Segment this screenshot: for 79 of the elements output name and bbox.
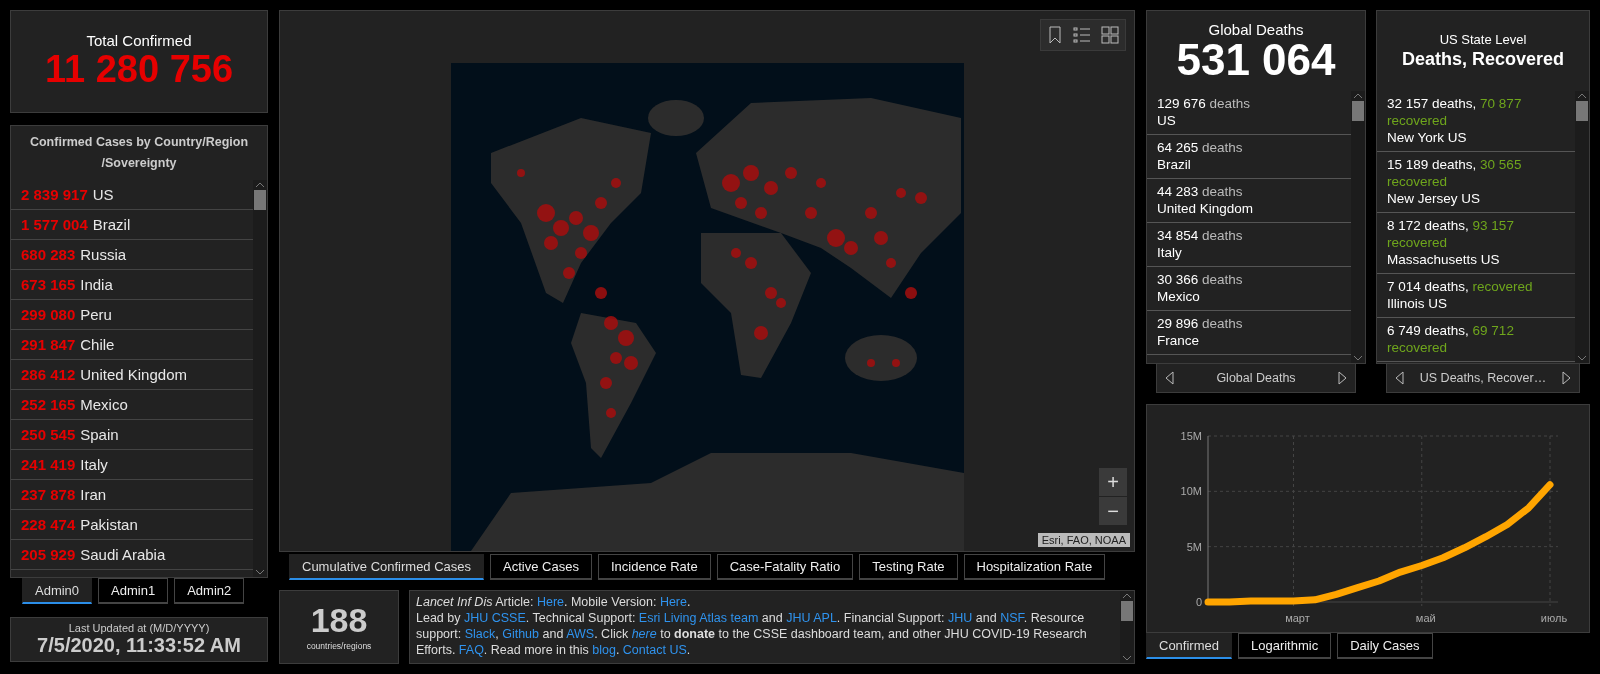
list-button[interactable]	[1071, 24, 1093, 46]
info-paragraph: Lead by JHU CSSE. Technical Support: Esri Living Atlas team and JHU APL. Financial Support: JHU and NSF. Resource support: Slack, Github and AWS. Click here to donate to the CSSE dashboard team, and other JHU COVID-19 Research Efforts. FAQ. Read more in this blog. Contact US.	[416, 610, 1088, 658]
scroll-down-icon[interactable]	[1122, 655, 1132, 661]
next-arrow-icon	[1562, 371, 1571, 385]
scrollbar-thumb[interactable]	[1121, 601, 1133, 621]
tab[interactable]: Admin2	[174, 578, 245, 604]
scroll-up-icon[interactable]	[255, 182, 265, 188]
global-deaths-value: 531 064	[1176, 37, 1336, 82]
scrollbar-thumb[interactable]	[1352, 101, 1364, 121]
link[interactable]: FAQ	[458, 643, 484, 657]
carousel-label: US Deaths, Recover…	[1419, 371, 1547, 385]
us-state-title: Deaths, Recovered	[1401, 49, 1565, 70]
scrollbar[interactable]	[1351, 91, 1365, 363]
tab[interactable]: Active Cases	[490, 554, 592, 580]
last-updated-label: Last Updated at (M/D/YYYY)	[68, 622, 210, 634]
total-confirmed-value: 11 280 756	[44, 49, 234, 91]
y-tick-label: 10M	[1180, 485, 1202, 498]
scrollbar[interactable]	[253, 180, 267, 577]
link[interactable]: Here	[659, 595, 687, 609]
previous-button[interactable]	[1163, 369, 1176, 387]
link[interactable]: Contact US	[622, 643, 687, 657]
map-attribution: Esri, FAO, NOAA	[1037, 533, 1130, 547]
scrollbar-thumb[interactable]	[254, 190, 266, 210]
previous-arrow-icon	[1165, 371, 1174, 385]
next-arrow-icon	[1338, 371, 1347, 385]
scroll-down-icon[interactable]	[1353, 355, 1363, 361]
tab[interactable]: Confirmed	[1146, 633, 1232, 659]
scrollbar[interactable]	[1575, 91, 1589, 363]
scroll-down-icon[interactable]	[255, 569, 265, 575]
grid-button[interactable]	[1099, 24, 1121, 46]
link[interactable]: NSF	[1000, 611, 1024, 625]
tab[interactable]: Incidence Rate	[597, 554, 711, 580]
link[interactable]: blog	[592, 643, 616, 657]
us-state-subtitle: US State Level	[1439, 32, 1527, 47]
list-title: Confirmed Cases by Country/Region	[28, 134, 250, 151]
tab[interactable]: Admin0	[22, 578, 93, 604]
carousel-label: Global Deaths	[1216, 371, 1296, 385]
tab[interactable]: Hospitalization Rate	[963, 554, 1106, 580]
link[interactable]: here	[631, 627, 657, 641]
next-button[interactable]	[1560, 369, 1573, 387]
link[interactable]: Here	[536, 595, 564, 609]
bookmark-icon	[1047, 26, 1063, 44]
x-tick-label: март	[1285, 612, 1310, 624]
country-count-label: countries/regions	[306, 641, 372, 651]
y-tick-label: 0	[1195, 596, 1202, 608]
y-tick-label: 5M	[1186, 540, 1202, 553]
scroll-down-icon[interactable]	[1577, 355, 1587, 361]
y-tick-label: 15M	[1180, 430, 1202, 442]
zoom-out-button[interactable]: −	[1099, 497, 1127, 525]
scrollbar-thumb[interactable]	[1576, 101, 1588, 121]
tab[interactable]: Admin1	[98, 578, 169, 604]
link[interactable]: Esri Living Atlas team	[638, 611, 759, 625]
zoom-in-button[interactable]: +	[1099, 468, 1127, 496]
scroll-up-icon[interactable]	[1122, 593, 1132, 599]
previous-button[interactable]	[1393, 369, 1406, 387]
scrollbar[interactable]	[1120, 591, 1134, 663]
global-deaths-title: Global Deaths	[1208, 20, 1304, 38]
total-confirmed-title: Total Confirmed	[86, 32, 192, 50]
link[interactable]: Github	[502, 627, 539, 641]
previous-arrow-icon	[1395, 371, 1404, 385]
tab[interactable]: Daily Cases	[1337, 633, 1433, 659]
link[interactable]: JHU	[948, 611, 973, 625]
link[interactable]: JHU APL	[786, 611, 837, 625]
last-updated-value: 7/5/2020, 11:33:52 AM	[37, 634, 241, 657]
next-button[interactable]	[1336, 369, 1349, 387]
x-tick-label: май	[1415, 612, 1436, 624]
tab[interactable]: Testing Rate	[859, 554, 958, 580]
x-tick-label: июль	[1540, 612, 1568, 624]
grid-icon	[1101, 26, 1119, 44]
info-paragraph: Lancet Inf Dis Article: Here. Mobile Version: Here.	[416, 594, 692, 610]
country-count: 188	[310, 603, 368, 637]
scroll-up-icon[interactable]	[1577, 93, 1587, 99]
tab[interactable]: Logarithmic	[1237, 633, 1332, 659]
tab[interactable]: Cumulative Confirmed Cases	[289, 554, 485, 580]
list-icon	[1073, 26, 1091, 44]
tab[interactable]: Case-Fatality Ratio	[716, 554, 854, 580]
list-title: /Sovereignty	[100, 155, 178, 172]
link[interactable]: JHU CSSE	[463, 611, 526, 625]
scroll-up-icon[interactable]	[1353, 93, 1363, 99]
